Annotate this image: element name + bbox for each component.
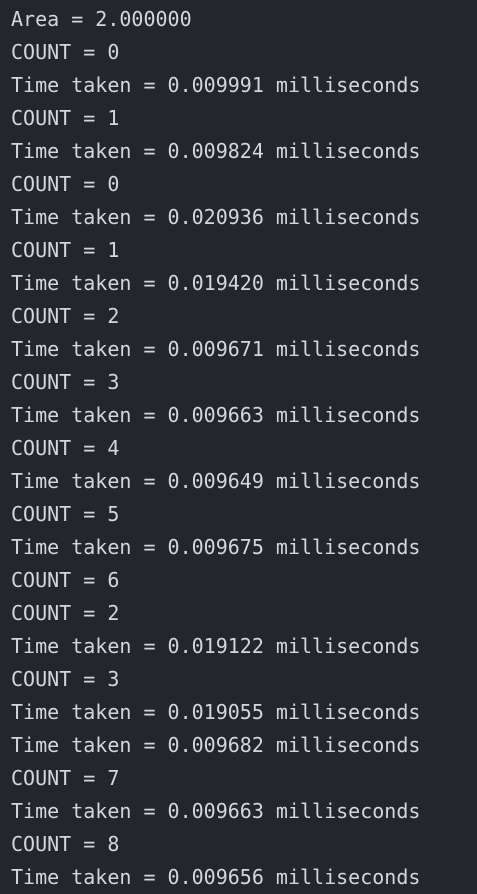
output-line-time: Time taken = 0.009682 milliseconds (11, 733, 421, 757)
output-line-time: Time taken = 0.019420 milliseconds (11, 271, 421, 295)
output-line-count: COUNT = 2 (11, 601, 120, 625)
output-line-area: Area = 2.000000 (11, 7, 192, 31)
output-line-time: Time taken = 0.019122 milliseconds (11, 634, 421, 658)
output-line-count: COUNT = 3 (11, 370, 120, 394)
output-line-time: Time taken = 0.009675 milliseconds (11, 535, 421, 559)
output-line-count: COUNT = 7 (11, 766, 120, 790)
output-line-time: Time taken = 0.009663 milliseconds (11, 799, 421, 823)
output-line-count: COUNT = 0 (11, 172, 120, 196)
output-line-time: Time taken = 0.009663 milliseconds (11, 403, 421, 427)
output-line-time: Time taken = 0.009671 milliseconds (11, 337, 421, 361)
output-line-count: COUNT = 1 (11, 106, 120, 130)
output-line-time: Time taken = 0.009991 milliseconds (11, 73, 421, 97)
output-line-time: Time taken = 0.020936 milliseconds (11, 205, 421, 229)
output-line-count: COUNT = 4 (11, 436, 120, 460)
output-line-count: COUNT = 1 (11, 238, 120, 262)
terminal-output: Area = 2.000000 COUNT = 0 Time taken = 0… (0, 0, 477, 892)
output-line-count: COUNT = 0 (11, 40, 120, 64)
output-line-time: Time taken = 0.009649 milliseconds (11, 469, 421, 493)
output-line-count: COUNT = 5 (11, 502, 120, 526)
output-line-count: COUNT = 2 (11, 304, 120, 328)
output-line-time: Time taken = 0.019055 milliseconds (11, 700, 421, 724)
output-line-count: COUNT = 6 (11, 568, 120, 592)
output-line-count: COUNT = 8 (11, 832, 120, 856)
output-line-time: Time taken = 0.009656 milliseconds (11, 865, 421, 889)
output-line-time: Time taken = 0.009824 milliseconds (11, 139, 421, 163)
output-line-count: COUNT = 3 (11, 667, 120, 691)
